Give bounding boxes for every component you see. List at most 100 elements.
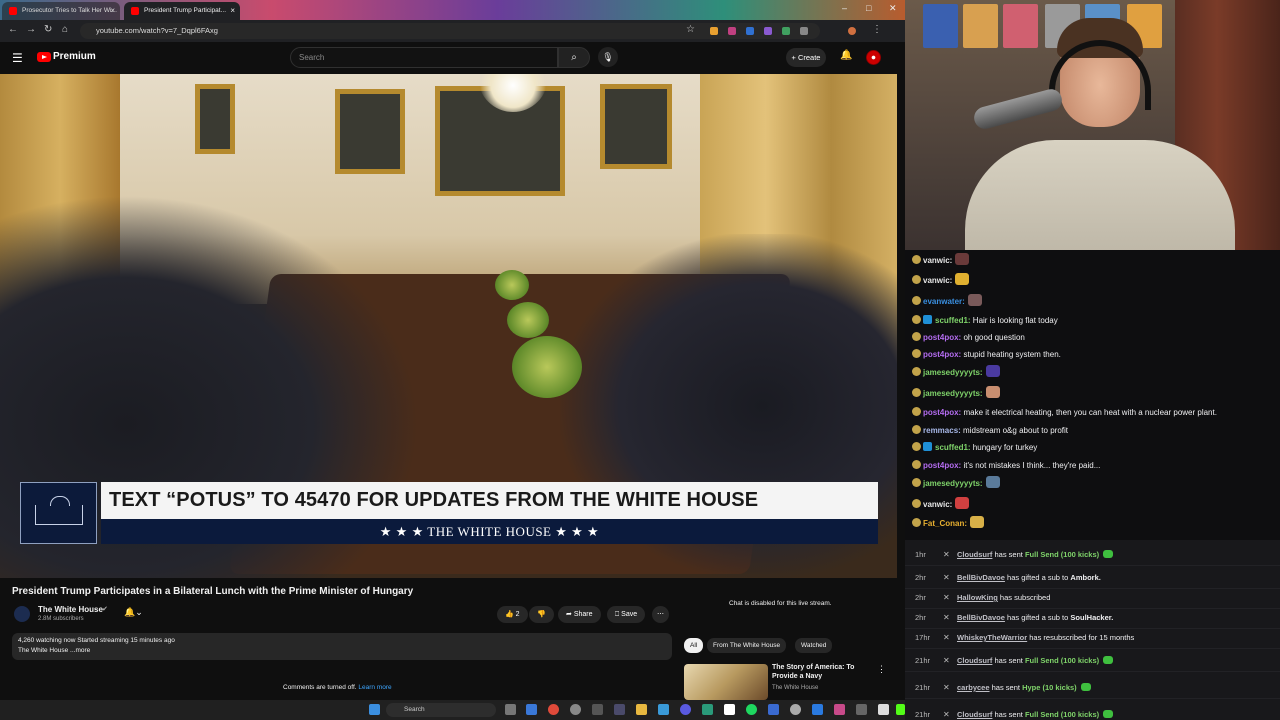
hamburger-menu-icon[interactable]: ☰ [12,51,23,65]
chat-username[interactable]: vanwic: [923,276,952,285]
chat-username[interactable]: Fat_Conan: [923,519,967,528]
url-field[interactable]: youtube.com/watch?v=7_Dqpl6FAxg [80,23,820,39]
extension-icon[interactable] [710,27,718,35]
chrome-icon[interactable] [548,704,559,715]
search-input[interactable]: Search [290,47,558,68]
chat-username[interactable]: scuffed1: [935,316,971,325]
save-button[interactable]: ⎕ Save [607,606,646,623]
extension-icon[interactable] [728,27,736,35]
dislike-button[interactable]: 👎 [529,606,554,623]
app-icon[interactable] [702,704,713,715]
chat-username[interactable]: jamesedyyyyts: [923,389,983,398]
chat-username[interactable]: jamesedyyyyts: [923,479,983,488]
tab-president-trump-video[interactable]: President Trump Participat... × [124,2,240,20]
recommended-menu-icon[interactable]: ⋮ [877,664,886,675]
like-button[interactable]: 👍 2 [497,606,528,623]
app-icon[interactable] [812,704,823,715]
home-icon[interactable]: ⌂ [62,24,68,35]
channel-name[interactable]: The White House [38,605,103,614]
forward-icon[interactable]: → [26,24,36,35]
recommended-thumbnail[interactable] [684,664,768,700]
discord-icon[interactable] [680,704,691,715]
chat-username[interactable]: evanwater: [923,297,965,306]
app-icon[interactable] [878,704,889,715]
extension-icon[interactable] [764,27,772,35]
subscription-bell-icon[interactable]: 🔔⌄ [124,607,143,618]
chip-watched[interactable]: Watched [795,638,833,653]
youtube-logo-icon[interactable] [37,52,51,62]
bookmark-star-icon[interactable]: ☆ [686,24,695,35]
chat-username[interactable]: post4pox: [923,350,961,359]
dismiss-icon[interactable]: ✕ [943,607,950,629]
activity-username[interactable]: BellBivDavoe [957,613,1005,622]
activity-username[interactable]: HallowKing [957,593,998,602]
create-button[interactable]: + Create [786,48,826,67]
app-icon[interactable] [592,704,603,715]
chat-username[interactable]: vanwic: [923,500,952,509]
channel-avatar[interactable] [14,606,30,622]
file-explorer-icon[interactable] [636,704,647,715]
chip-from-the-white-house[interactable]: From The White House [707,638,787,653]
spotify-icon[interactable] [746,704,757,715]
close-tab-icon[interactable]: × [110,2,115,20]
dismiss-icon[interactable]: ✕ [943,587,950,609]
chat-username[interactable]: post4pox: [923,408,961,417]
browser-menu-icon[interactable]: ⋮ [872,24,882,35]
edge-icon[interactable] [526,704,537,715]
chat-username[interactable]: post4pox: [923,333,961,342]
dismiss-icon[interactable]: ✕ [943,544,950,566]
start-windows-icon[interactable] [369,704,380,715]
back-icon[interactable]: ← [8,24,18,35]
search-button[interactable]: ⌕ [558,47,590,68]
dismiss-icon[interactable]: ✕ [943,677,950,699]
chip-all[interactable]: All [684,638,704,653]
chat-username[interactable]: post4pox: [923,461,961,470]
dismiss-icon[interactable]: ✕ [943,567,950,589]
chat-username[interactable]: scuffed1: [935,443,971,452]
activity-username[interactable]: WhiskeyTheWarrior [957,633,1027,642]
chat-username[interactable]: remmacs: [923,426,961,435]
close-tab-icon[interactable]: × [230,2,235,20]
youtube-premium-logo[interactable]: Premium [53,51,96,62]
app-icon[interactable] [768,704,779,715]
app-icon[interactable] [724,704,735,715]
maximize-icon[interactable]: □ [866,3,871,13]
dismiss-icon[interactable]: ✕ [943,627,950,649]
app-icon[interactable] [614,704,625,715]
activity-username[interactable]: BellBivDavoe [957,573,1005,582]
app-icon[interactable] [570,704,581,715]
video-player[interactable]: TEXT “POTUS” TO 45470 FOR UPDATES FROM T… [0,74,897,578]
dismiss-icon[interactable]: ✕ [943,704,950,720]
chat-username[interactable]: vanwic: [923,256,952,265]
notifications-bell-icon[interactable]: 🔔 [840,50,852,61]
close-window-icon[interactable]: ✕ [889,3,897,14]
extension-icon[interactable] [782,27,790,35]
task-view-icon[interactable] [505,704,516,715]
tab-prosecutor-video[interactable]: Prosecutor Tries to Talk Her Wi... × [2,2,120,20]
voice-search-button[interactable]: 🎙 [598,47,618,67]
extensions-puzzle-icon[interactable] [800,27,808,35]
kick-icon[interactable] [896,704,905,715]
activity-username[interactable]: carbycee [957,683,990,692]
extension-icon[interactable] [746,27,754,35]
activity-recipient[interactable]: Ambork. [1070,573,1100,582]
activity-username[interactable]: Cloudsurf [957,550,992,559]
app-icon[interactable] [856,704,867,715]
app-icon[interactable] [790,704,801,715]
share-button[interactable]: ➦ Share [558,606,601,623]
learn-more-link[interactable]: Learn more [358,684,391,691]
description-box[interactable]: 4,260 watching now Started streaming 15 … [12,633,672,660]
dismiss-icon[interactable]: ✕ [943,650,950,672]
more-actions-button[interactable]: ⋯ [652,606,669,623]
taskbar-search[interactable]: Search [386,703,496,717]
reload-icon[interactable]: ↻ [44,24,52,35]
recommended-title[interactable]: The Story of America: To Provide a Navy [772,663,872,681]
chat-username[interactable]: jamesedyyyyts: [923,368,983,377]
user-avatar[interactable] [866,50,881,65]
activity-username[interactable]: Cloudsurf [957,710,992,719]
activity-recipient[interactable]: SoulHacker. [1070,613,1113,622]
minimize-icon[interactable]: – [842,3,847,13]
app-icon[interactable] [834,704,845,715]
activity-username[interactable]: Cloudsurf [957,656,992,665]
app-icon[interactable] [658,704,669,715]
